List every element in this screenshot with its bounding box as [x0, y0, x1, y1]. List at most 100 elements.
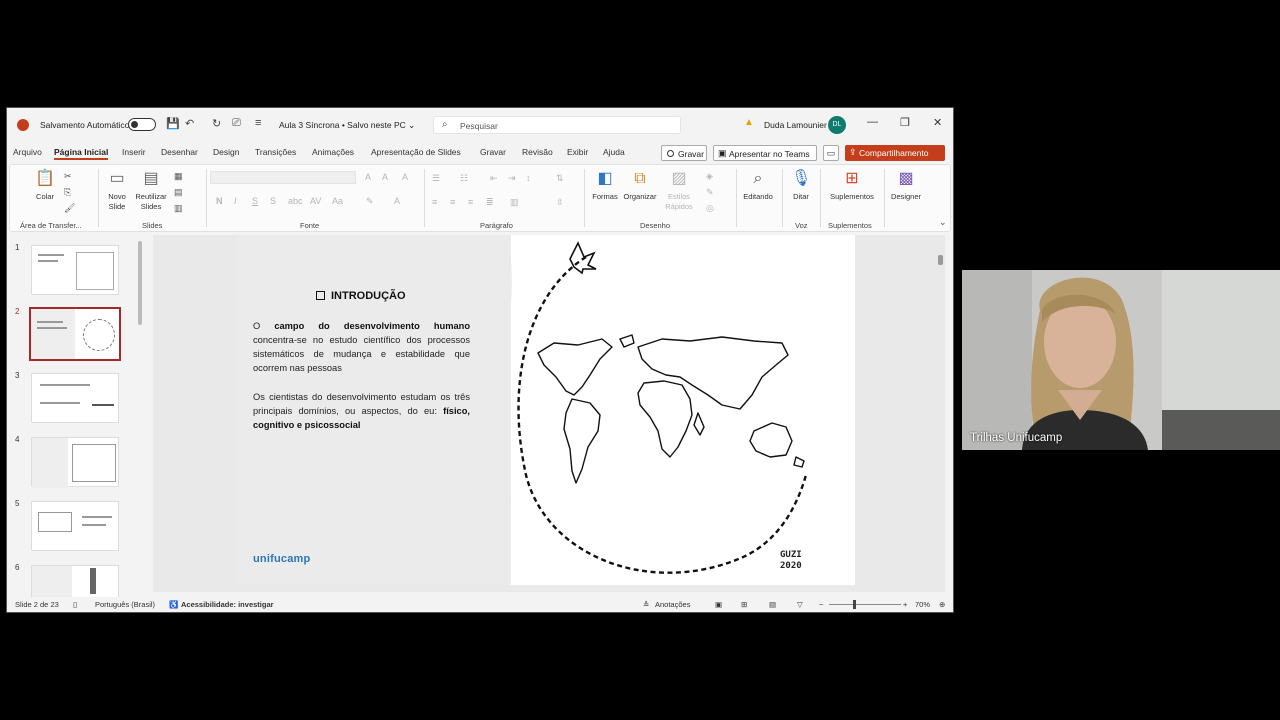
- zoom-in-icon[interactable]: +: [903, 600, 907, 609]
- editing-button[interactable]: ⌕ Editando: [740, 169, 776, 202]
- text-direction-icon[interactable]: ⇅: [556, 173, 564, 184]
- spellcheck-icon[interactable]: ▯: [73, 600, 77, 609]
- autosave-toggle[interactable]: [128, 118, 156, 131]
- italic-icon[interactable]: I: [234, 196, 237, 206]
- record-button[interactable]: Gravar: [661, 145, 707, 161]
- document-title[interactable]: Aula 3 Síncrona • Salvo neste PC ⌄: [279, 120, 415, 131]
- tab-pagina-inicial[interactable]: Página Inicial: [54, 147, 109, 160]
- underline-icon[interactable]: S: [252, 196, 258, 206]
- slide-thumbnail-1[interactable]: [31, 245, 119, 295]
- section-icon[interactable]: ▥: [174, 203, 183, 214]
- search-input[interactable]: ⌕ Pesquisar: [433, 116, 681, 134]
- shadow-icon[interactable]: S: [270, 196, 276, 206]
- save-icon[interactable]: 💾: [166, 117, 180, 130]
- presentation-start-icon[interactable]: ⎚: [232, 117, 241, 130]
- redo-icon[interactable]: ↻: [212, 117, 221, 130]
- minimize-icon[interactable]: —: [867, 116, 878, 128]
- slide-scrollbar[interactable]: [938, 235, 944, 592]
- case-icon[interactable]: Aa: [332, 196, 343, 206]
- collapse-ribbon-icon[interactable]: ⌄: [939, 217, 947, 228]
- shape-outline-icon[interactable]: ✎: [706, 187, 714, 198]
- dictate-button[interactable]: 🎙 Ditar: [788, 169, 814, 202]
- tab-design[interactable]: Design: [213, 147, 239, 157]
- zoom-out-icon[interactable]: −: [819, 600, 823, 609]
- thumbnail-scrollbar[interactable]: [138, 235, 142, 592]
- shapes-button[interactable]: ◧ Formas: [590, 169, 620, 202]
- shape-fill-icon[interactable]: ◈: [706, 171, 713, 182]
- slide-heading[interactable]: INTRODUÇÃO: [316, 290, 406, 302]
- align-right-icon[interactable]: ≡: [468, 197, 473, 207]
- notes-button[interactable]: Anotações: [655, 600, 690, 609]
- tab-apresentacao[interactable]: Apresentação de Slides: [371, 147, 461, 157]
- tab-animacoes[interactable]: Animações: [312, 147, 354, 157]
- slide-thumbnail-4[interactable]: [31, 437, 119, 488]
- slide-thumbnail-2[interactable]: [29, 307, 121, 361]
- accessibility-icon[interactable]: ♿: [169, 600, 178, 609]
- layout-icon[interactable]: ▦: [174, 171, 183, 182]
- zoom-level[interactable]: 70%: [915, 600, 930, 609]
- reading-view-icon[interactable]: ▤: [769, 600, 776, 609]
- tab-desenhar[interactable]: Desenhar: [161, 147, 198, 157]
- reuse-slides-button[interactable]: ▤ Reutilizar Slides: [134, 169, 168, 212]
- copy-icon[interactable]: ⎘: [64, 187, 71, 198]
- tab-revisao[interactable]: Revisão: [522, 147, 553, 157]
- current-slide[interactable]: INTRODUÇÃO O campo do desenvolvimento hu…: [236, 235, 855, 585]
- tab-arquivo[interactable]: Arquivo: [13, 147, 42, 157]
- increase-font-icon[interactable]: A: [365, 172, 371, 182]
- shape-effects-icon[interactable]: ◎: [706, 203, 714, 214]
- justify-icon[interactable]: ≣: [486, 197, 494, 208]
- align-left-icon[interactable]: ≡: [432, 197, 437, 207]
- slide-thumbnail-3[interactable]: [31, 373, 119, 423]
- slide-scroll-thumb[interactable]: [938, 255, 943, 265]
- decrease-indent-icon[interactable]: ⇤: [490, 173, 498, 184]
- comments-button[interactable]: ▭: [823, 145, 839, 161]
- arrange-button[interactable]: ⧉ Organizar: [622, 169, 658, 202]
- clear-format-icon[interactable]: A: [402, 172, 408, 182]
- bold-icon[interactable]: N: [216, 196, 223, 206]
- language-status[interactable]: Português (Brasil): [95, 600, 155, 609]
- columns-icon[interactable]: ▥: [510, 197, 519, 208]
- slide-thumbnail-5[interactable]: [31, 501, 119, 551]
- zoom-slider-thumb[interactable]: [853, 600, 856, 609]
- paste-button[interactable]: 📋 Colar: [32, 169, 58, 202]
- avatar[interactable]: DL: [828, 116, 846, 134]
- slide-sorter-icon[interactable]: ⊞: [741, 600, 747, 609]
- align-center-icon[interactable]: ≡: [450, 197, 455, 207]
- cut-icon[interactable]: ✂: [64, 171, 72, 182]
- font-name-select[interactable]: [210, 171, 356, 184]
- line-spacing-icon[interactable]: ↕: [526, 173, 531, 183]
- increase-indent-icon[interactable]: ⇥: [508, 173, 516, 184]
- accessibility-status[interactable]: Acessibilidade: investigar: [181, 600, 274, 609]
- normal-view-icon[interactable]: ▣: [715, 600, 722, 609]
- font-color-icon[interactable]: A: [394, 196, 400, 206]
- restore-icon[interactable]: ❐: [900, 116, 910, 129]
- numbering-icon[interactable]: ☷: [460, 173, 468, 184]
- slide-paragraph-2[interactable]: Os cientistas do desenvolvimento estudam…: [253, 390, 470, 432]
- bullets-icon[interactable]: ☰: [432, 173, 440, 184]
- customize-toolbar-icon[interactable]: ≡: [255, 117, 261, 129]
- close-icon[interactable]: ✕: [933, 116, 942, 129]
- share-button[interactable]: ⇪ Compartilhamento: [845, 145, 945, 161]
- tab-inserir[interactable]: Inserir: [122, 147, 146, 157]
- user-name[interactable]: Duda Lamounier: [764, 120, 827, 130]
- align-text-icon[interactable]: ⇳: [556, 197, 564, 208]
- notes-icon[interactable]: ≙: [643, 600, 649, 609]
- slide-paragraph-1[interactable]: O campo do desenvolvimento humano concen…: [253, 319, 470, 375]
- highlight-icon[interactable]: ✎: [366, 196, 374, 207]
- strikethrough-icon[interactable]: abc: [288, 196, 303, 206]
- slideshow-icon[interactable]: ▽: [797, 600, 803, 609]
- fit-slide-icon[interactable]: ⊕: [939, 600, 945, 609]
- reset-icon[interactable]: ▤: [174, 187, 183, 198]
- decrease-font-icon[interactable]: A: [382, 172, 388, 182]
- present-in-teams-button[interactable]: ▣ Apresentar no Teams: [713, 145, 817, 161]
- tab-gravar[interactable]: Gravar: [480, 147, 506, 157]
- zoom-slider[interactable]: [829, 604, 901, 605]
- add-ins-button[interactable]: ⊞ Suplementos: [824, 169, 880, 202]
- tab-exibir[interactable]: Exibir: [567, 147, 588, 157]
- warning-icon[interactable]: ▲: [744, 117, 754, 128]
- designer-button[interactable]: ▩ Designer: [886, 169, 926, 202]
- new-slide-button[interactable]: ▭ Novo Slide: [104, 169, 130, 212]
- format-painter-icon[interactable]: 🖌: [64, 203, 75, 214]
- tab-ajuda[interactable]: Ajuda: [603, 147, 625, 157]
- undo-icon[interactable]: ↶: [185, 117, 194, 130]
